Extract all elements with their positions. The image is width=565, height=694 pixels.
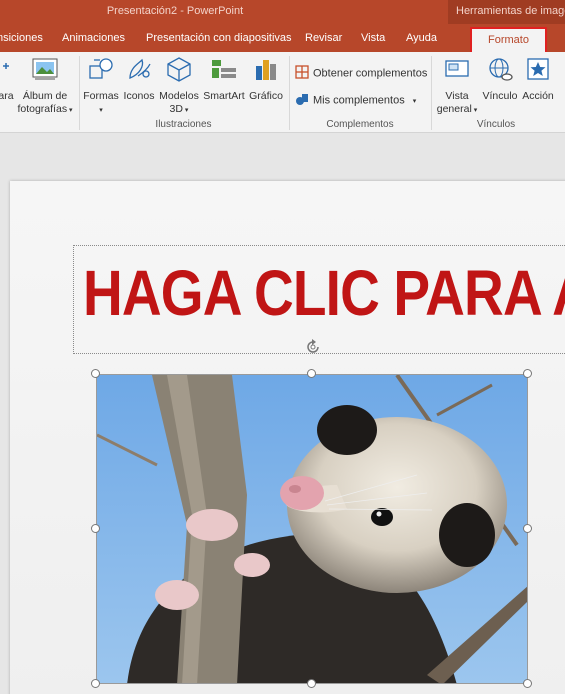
ribbon-tabs: nsiciones Animaciones Presentación con d… [0, 24, 565, 52]
vinculo-label: Vínculo [482, 90, 518, 102]
chart-icon [247, 56, 285, 86]
tab-revisar[interactable]: Revisar [305, 24, 342, 52]
chevron-down-icon: ▾ [67, 107, 73, 114]
tab-ayuda[interactable]: Ayuda [406, 24, 437, 52]
iconos-button[interactable]: Iconos [121, 56, 157, 103]
document-title: Presentación2 - PowerPoint [106, 5, 244, 17]
obtener-complementos-button[interactable]: Obtener complementos [295, 65, 427, 82]
chevron-down-icon: ▾ [471, 107, 478, 114]
tab-vista[interactable]: Vista [361, 24, 385, 52]
resize-handle-top-right[interactable] [523, 369, 532, 378]
modelos-label-1: Modelos [159, 90, 199, 102]
obtener-label: Obtener complementos [313, 67, 428, 80]
link-icon [480, 56, 520, 86]
vista-label-1: Vista [445, 90, 469, 102]
opossum-illustration [97, 375, 527, 683]
group-separator [79, 56, 80, 130]
vinculo-button[interactable]: Vínculo [480, 56, 520, 103]
icons-icon [121, 56, 157, 86]
group-label-ilustraciones: Ilustraciones [155, 119, 212, 130]
resize-handle-bottom-right[interactable] [523, 679, 532, 688]
group-label-complementos: Complementos [326, 119, 394, 130]
addins-icon [295, 92, 309, 109]
contextual-tab-title: Herramientas de imagen [448, 0, 565, 24]
title-bar: Presentación2 - PowerPoint Herramientas … [0, 0, 565, 24]
grafico-label: Gráfico [249, 90, 283, 102]
resize-handle-bottom[interactable] [307, 679, 316, 688]
tab-presentacion[interactable]: Presentación con diapositivas [146, 24, 292, 52]
shapes-icon [82, 56, 120, 86]
action-star-icon [520, 56, 556, 86]
smartart-button[interactable]: SmartArt [202, 56, 246, 103]
resize-handle-bottom-left[interactable] [91, 679, 100, 688]
tab-animaciones[interactable]: Animaciones [62, 24, 125, 52]
group-label-vinculos: Vínculos [476, 119, 516, 130]
vista-general-button[interactable]: Vista general ▾ [435, 56, 479, 117]
modelos-label-2: 3D [169, 103, 183, 115]
smartart-label: SmartArt [203, 90, 245, 102]
vista-label-2: general [436, 103, 472, 115]
store-icon [295, 65, 309, 82]
smartart-icon [202, 56, 246, 86]
chevron-down-icon: ▾ [412, 98, 417, 106]
resize-handle-top[interactable] [307, 369, 316, 378]
title-placeholder-text: HAGA CLIC PARA AGREGAR TÍTULO [83, 257, 565, 329]
modelos-3d-button[interactable]: Modelos 3D ▾ [158, 56, 200, 117]
resize-handle-right[interactable] [523, 524, 532, 533]
grafico-button[interactable]: Gráfico [247, 56, 285, 103]
accion-label: Acción [522, 90, 554, 102]
rotate-handle-icon[interactable] [303, 337, 323, 362]
accion-button[interactable]: Acción [520, 56, 556, 103]
chevron-down-icon: ▾ [182, 107, 189, 114]
tab-transiciones[interactable]: nsiciones [0, 24, 43, 52]
resize-handle-left[interactable] [91, 524, 100, 533]
photo-album-icon [14, 56, 76, 86]
cube-icon [158, 56, 200, 86]
mis-complementos-button[interactable]: Mis complementos ▾ [295, 92, 416, 109]
picture-opossum[interactable] [96, 374, 528, 684]
ribbon: ara Álbum de fotografías ▾ Formas ▾ Icon… [0, 52, 565, 133]
album-button[interactable]: Álbum de fotografías ▾ [14, 56, 76, 117]
album-label-1: Álbum de [22, 90, 68, 102]
album-label-2: fotografías [17, 103, 68, 115]
formas-button[interactable]: Formas ▾ [82, 56, 120, 117]
iconos-label: Iconos [123, 90, 155, 102]
tab-formato[interactable]: Formato [470, 27, 547, 52]
chevron-down-icon: ▾ [99, 107, 103, 114]
zoom-summary-icon [435, 56, 479, 86]
imagenes-label: ara [0, 90, 14, 102]
resize-handle-top-left[interactable] [91, 369, 100, 378]
mis-label: Mis complementos [313, 94, 405, 107]
formas-label: Formas [83, 90, 119, 102]
